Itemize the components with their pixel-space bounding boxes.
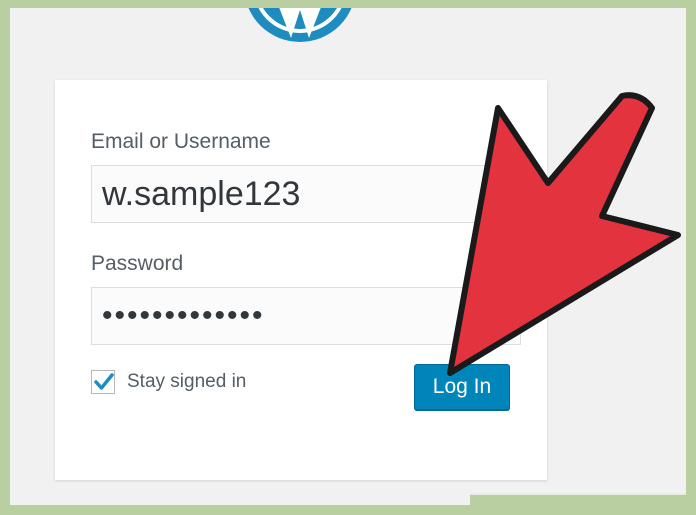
wordpress-logo-icon [248,8,352,42]
password-input[interactable]: ••••••••••••• [91,287,521,345]
stay-signed-in-checkbox[interactable] [91,370,115,394]
stay-signed-in-row[interactable]: Stay signed in [91,367,246,397]
password-label: Password [91,252,184,275]
log-in-button[interactable]: Log In [414,364,510,410]
email-input[interactable]: w.sample123 [91,165,521,223]
checkmark-icon [94,373,114,390]
login-form-card: Email or Username w.sample123 Password •… [55,80,547,480]
background-corner [470,493,686,515]
login-screen: Email or Username w.sample123 Password •… [10,8,686,505]
email-label: Email or Username [91,130,271,153]
stay-signed-in-label: Stay signed in [127,371,247,392]
